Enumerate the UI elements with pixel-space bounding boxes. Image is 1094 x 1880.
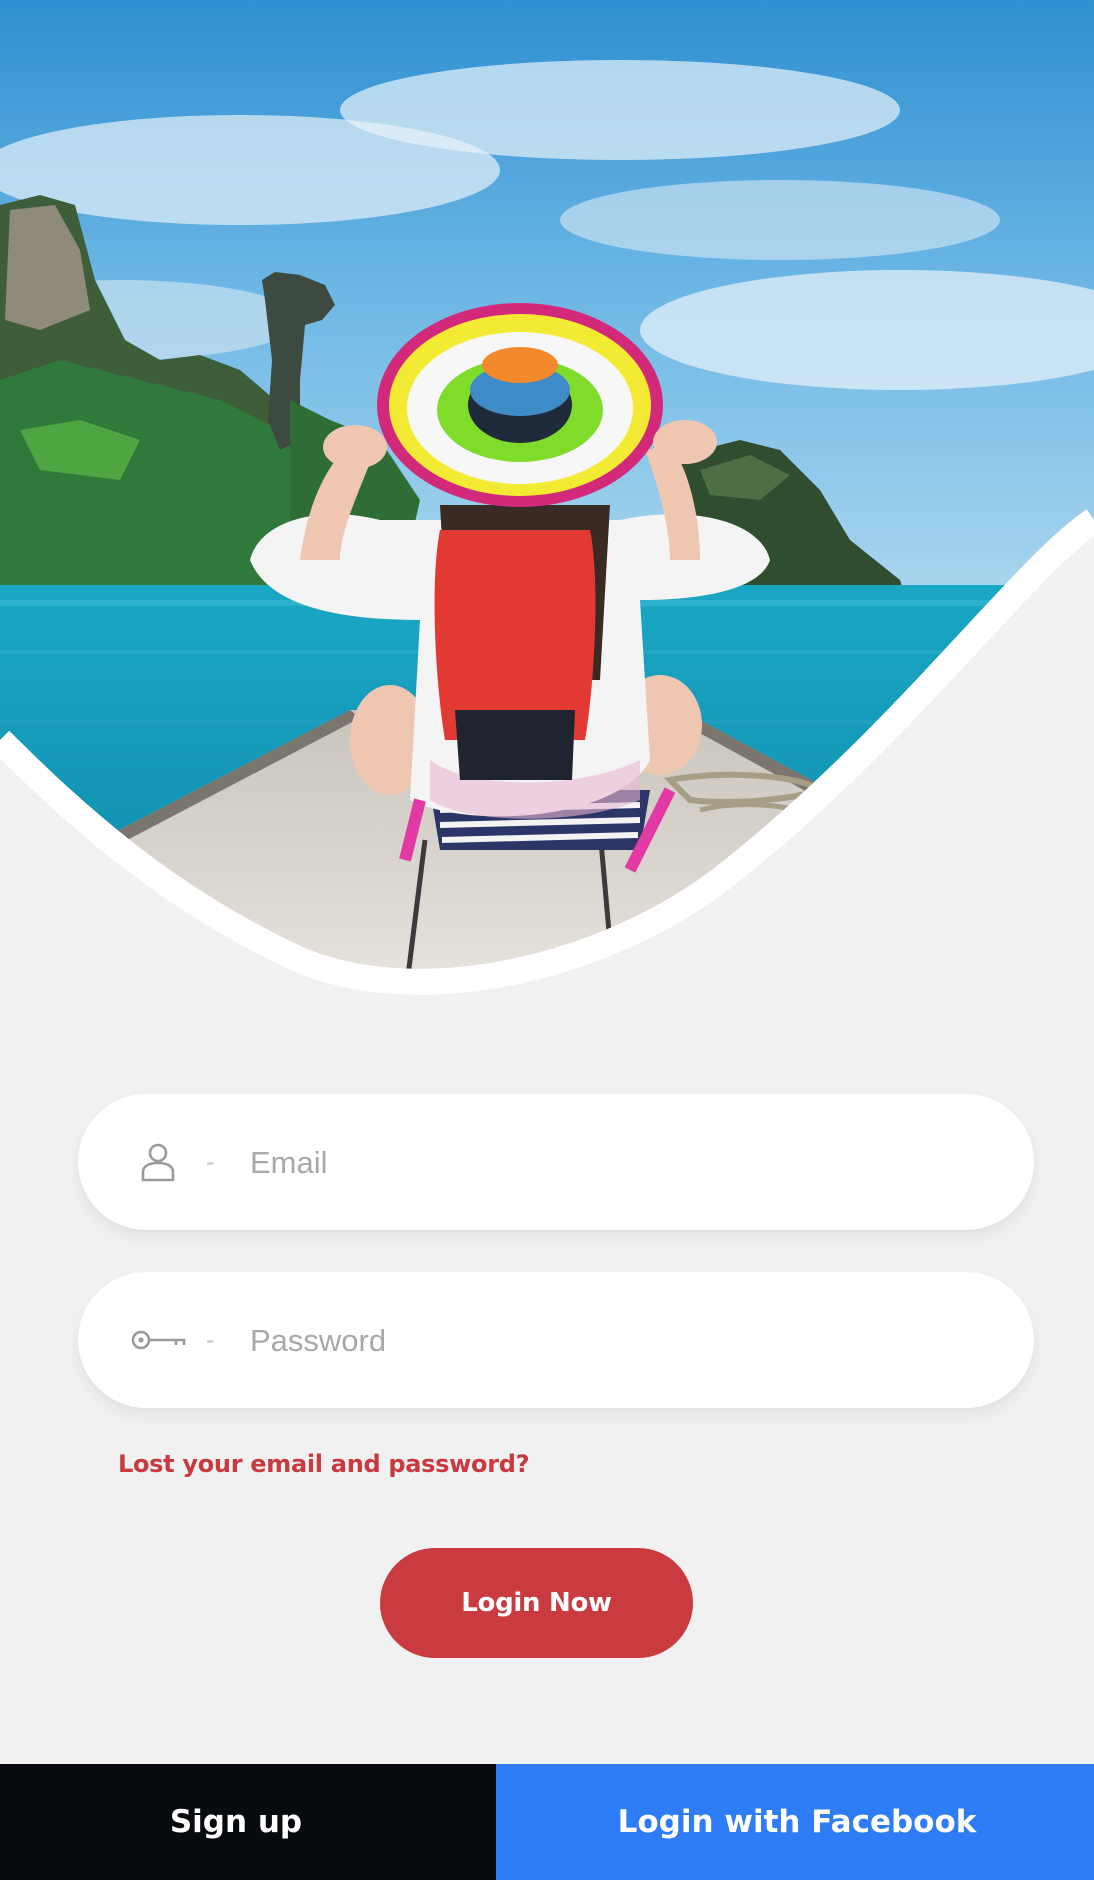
email-field-container: -: [78, 1094, 1034, 1232]
hero-image: [0, 0, 1094, 1000]
user-icon: [130, 1140, 186, 1184]
field-separator: -: [206, 1146, 215, 1177]
password-input[interactable]: [248, 1272, 992, 1410]
bottom-action-bar: Sign up Login with Facebook: [0, 1764, 1094, 1880]
facebook-login-button[interactable]: Login with Facebook: [496, 1764, 1094, 1880]
sign-up-button[interactable]: Sign up: [0, 1764, 496, 1880]
login-screen: - - Lost your email and password? Login …: [0, 0, 1094, 1880]
lost-credentials-link[interactable]: Lost your email and password?: [118, 1450, 530, 1478]
email-input[interactable]: [248, 1094, 992, 1232]
key-icon: [130, 1318, 186, 1362]
login-now-button[interactable]: Login Now: [380, 1548, 693, 1658]
field-separator: -: [206, 1324, 215, 1355]
password-field-container: -: [78, 1272, 1034, 1410]
